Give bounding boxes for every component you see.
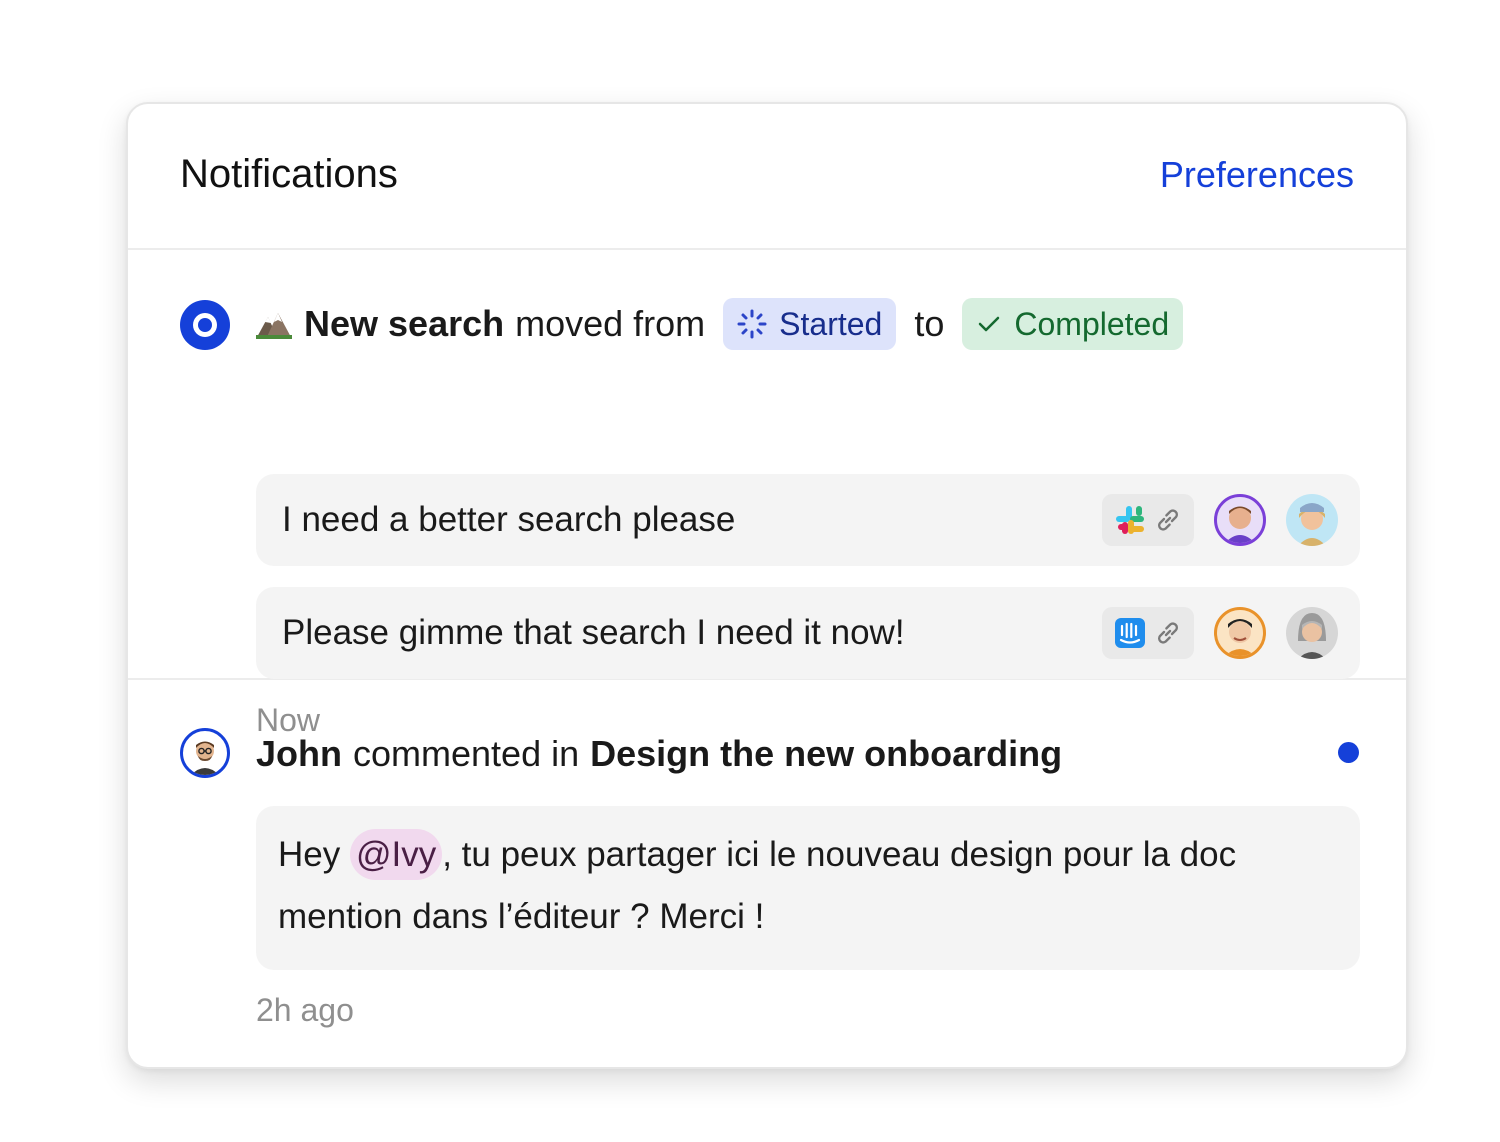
spinner-icon [737,309,767,339]
avatar[interactable] [1286,607,1338,659]
status-badge-started: Started [723,298,897,350]
source-link-chip[interactable] [1102,494,1194,546]
action-text: commented in [353,733,580,774]
status-started-label: Started [779,305,883,342]
link-icon [1157,509,1178,531]
status-completed-label: Completed [1014,305,1170,342]
source-link-chip[interactable] [1102,607,1194,659]
panel-header: Notifications Preferences [128,104,1406,250]
action-text: moved from [515,303,706,344]
request-text: I need a better search please [282,500,736,539]
notification-headline: John commented in Design the new onboard… [256,726,1062,782]
check-icon [979,316,1000,332]
avatar[interactable] [1214,494,1266,546]
notification-headline: New search moved from Started to Complet… [256,296,1184,352]
avatar[interactable] [1214,607,1266,659]
target-name[interactable]: Design the new onboarding [590,733,1062,775]
notification-timestamp: 2h ago [256,992,354,1028]
panel-title: Notifications [180,152,398,196]
avatar[interactable] [1286,494,1338,546]
comment-body[interactable]: Hey @Ivy, tu peux partager ici le nouvea… [256,806,1360,970]
comment-text-start: Hey [278,835,350,874]
mountain-icon [256,313,292,339]
item-name[interactable]: New search [304,303,504,345]
preferences-link[interactable]: Preferences [1160,154,1354,196]
author-avatar[interactable] [180,728,230,778]
author-name[interactable]: John [256,733,342,775]
request-card[interactable]: Please gimme that search I need it now! [256,587,1360,679]
notifications-panel: Notifications Preferences New search mov… [126,102,1408,1069]
in-progress-status-icon [180,300,230,350]
request-card[interactable]: I need a better search please [256,474,1360,566]
notification-comment[interactable]: John commented in Design the new onboard… [128,680,1406,1067]
status-badge-completed: Completed [962,298,1184,350]
intercom-icon [1114,618,1145,648]
link-icon [1157,622,1178,644]
unread-indicator [1338,742,1359,763]
slack-icon [1115,506,1144,534]
connector-text: to [914,303,945,344]
notification-status-change[interactable]: New search moved from Started to Complet… [128,250,1406,738]
mention-chip[interactable]: @Ivy [349,829,443,880]
request-text: Please gimme that search I need it now! [282,613,905,652]
